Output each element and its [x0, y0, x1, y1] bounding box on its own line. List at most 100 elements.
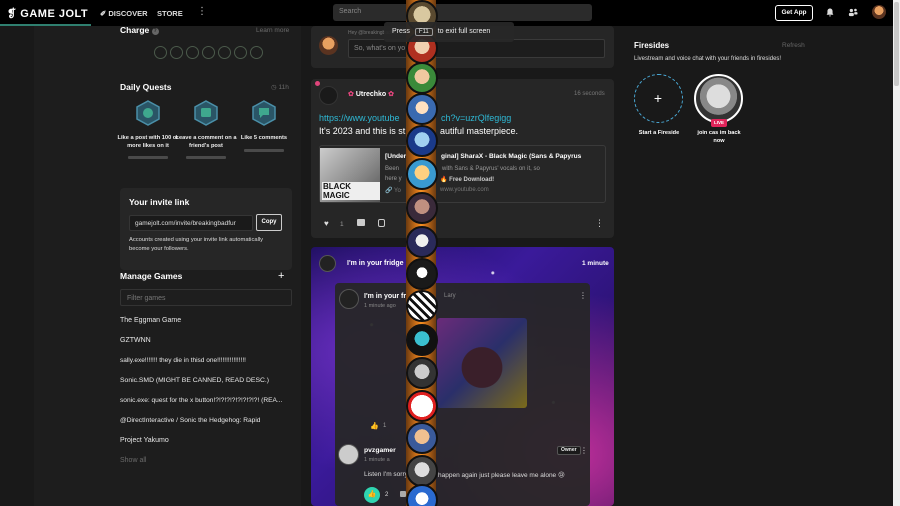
gamejolt-logo[interactable]: ❡ GAME JOLT [7, 7, 88, 20]
quest-badge-icon [252, 100, 276, 126]
post-text-start: It's 2023 and this is st [319, 126, 406, 136]
logo-mark-icon: ❡ [7, 8, 17, 20]
commenter-name[interactable]: pvzgamer [364, 447, 396, 454]
strip-avatar[interactable] [406, 192, 438, 224]
strip-avatar[interactable] [406, 455, 438, 487]
scrollbar-thumb[interactable] [894, 2, 899, 86]
comment-like-count: 2 [385, 492, 389, 498]
game-list-item[interactable]: sonic.exe: quest for the x button!?!?!?!… [120, 397, 282, 404]
strip-avatar[interactable] [406, 93, 438, 125]
game-list-item[interactable]: @DirectInteractive / Sonic the Hedgehog:… [120, 417, 260, 424]
discover-icon: ✐ [100, 9, 107, 18]
live-fireside-label: join cas im back now [697, 130, 741, 144]
invite-link-field[interactable]: gamejolt.com/invite/breakingbadfur [129, 215, 253, 231]
post-link-end[interactable]: ch?v=uzrQlfegigg [441, 113, 511, 123]
invite-note: Accounts created using your invite link … [129, 237, 264, 252]
flower-icon: ✿ [348, 91, 354, 98]
embed-desc-end: with Sans & Papyrus' vocals on it, so [442, 166, 540, 172]
post-author-name[interactable]: ✿ Utrechko ✿ [348, 90, 394, 98]
learn-more-link[interactable]: Learn more [256, 27, 289, 34]
comment-like-button[interactable]: 👍 [364, 487, 380, 503]
strip-avatar[interactable] [406, 422, 438, 454]
inner-author-tag: Lary [444, 293, 456, 299]
bell-icon[interactable] [826, 8, 834, 17]
filter-games-input[interactable]: Filter games [120, 289, 292, 306]
quest-card[interactable]: Like a post with 100 or more likes on it [117, 100, 179, 159]
owner-badge: Owner [557, 446, 581, 455]
quest-card[interactable]: Like 5 comments [233, 100, 295, 152]
game-list-item[interactable]: The Eggman Game [120, 317, 181, 324]
embed-title-end: ginal] SharaX - Black Magic (Sans & Papy… [441, 153, 582, 160]
embed-thumbnail: BLACK MAGIC [320, 148, 380, 202]
strip-avatar[interactable] [406, 290, 438, 322]
store-link[interactable]: STORE [157, 9, 183, 18]
strip-avatar[interactable] [406, 226, 438, 258]
f11-key: F11 [414, 28, 433, 36]
charge-slot [154, 46, 167, 59]
quest-badge-icon [194, 100, 218, 126]
charge-slot [202, 46, 215, 59]
strip-avatar[interactable] [406, 390, 438, 422]
strip-avatar[interactable] [406, 258, 438, 290]
embed-desc2-end: 🔥 Free Download! [440, 177, 495, 183]
charge-title: Charge ? [120, 25, 159, 35]
refresh-link[interactable]: Refresh [782, 42, 805, 49]
firesides-title: Firesides [634, 41, 670, 50]
post-author-avatar[interactable] [319, 255, 336, 272]
inner-time: 1 minute ago [364, 303, 396, 309]
page-scrollbar[interactable] [893, 0, 900, 506]
discover-link[interactable]: ✐ DISCOVER [100, 9, 148, 18]
game-list-item[interactable]: sally.exe!!!!!!! they die in thisd one!!… [120, 357, 246, 364]
quest-progress-bar [128, 156, 168, 159]
comment-text-end: happen again just please leave me alone … [438, 472, 565, 479]
link-icon: 🔗 [385, 188, 393, 194]
crying-emoji-icon: 😢 [557, 472, 565, 479]
game-list-item[interactable]: GZTWNN [120, 337, 151, 344]
like-icon[interactable]: ♥ [324, 219, 329, 228]
get-app-button[interactable]: Get App [775, 5, 813, 21]
strip-avatar[interactable] [406, 125, 438, 157]
live-fireside-avatar[interactable] [694, 74, 743, 123]
commenter-avatar[interactable] [338, 444, 359, 465]
charge-slot [170, 46, 183, 59]
friends-icon[interactable] [848, 8, 858, 17]
add-game-icon[interactable]: + [278, 270, 284, 282]
inner-author-avatar[interactable] [339, 289, 359, 309]
inner-more-icon[interactable]: ⋮ [579, 291, 587, 300]
post-link-start[interactable]: https://www.youtube [319, 113, 400, 123]
strip-avatar[interactable] [406, 324, 438, 356]
comment-more-icon[interactable]: ⋮ [580, 446, 588, 455]
post-author-name[interactable]: I'm in your fridge [347, 260, 404, 267]
post-time: 16 seconds [574, 91, 605, 97]
fire-icon: 🔥 [440, 177, 448, 183]
more-menu-icon[interactable]: ⋮ [197, 6, 207, 17]
comment-text-start: Listen I'm sorry [364, 471, 408, 478]
show-all-link[interactable]: Show all [120, 457, 146, 464]
like-count: 1 [340, 221, 344, 228]
game-list-item[interactable]: Sonic.SMD (MIGHT BE CANNED, READ DESC.) [120, 377, 269, 384]
help-icon[interactable]: ? [151, 28, 159, 35]
post-more-icon[interactable]: ⋮ [595, 218, 604, 229]
new-post-dot [315, 81, 320, 86]
copy-button[interactable]: Copy [256, 214, 282, 231]
user-avatar[interactable] [872, 5, 886, 19]
post-author-avatar[interactable] [319, 86, 338, 105]
comment-icon[interactable] [357, 219, 365, 226]
flower-icon: ✿ [388, 91, 394, 98]
post-image[interactable] [437, 318, 527, 408]
embed-desc2-start: here y [385, 176, 402, 182]
charge-slot [218, 46, 231, 59]
inner-like-icon[interactable]: 👍 [370, 422, 379, 430]
sticker-icon[interactable] [378, 219, 385, 227]
game-list-item[interactable]: Project Yakumo [120, 437, 169, 444]
charge-slot [186, 46, 199, 59]
embed-title-start: [Under [385, 153, 407, 160]
start-fireside-button[interactable]: + [634, 74, 683, 123]
embed-domain: www.youtube.com [440, 187, 489, 193]
strip-avatar[interactable] [406, 62, 438, 94]
strip-avatar[interactable] [406, 357, 438, 389]
quest-card[interactable]: Leave a comment on a friend's post [175, 100, 237, 159]
quests-timer: ◷ 11h [271, 84, 289, 91]
strip-avatar[interactable] [406, 158, 438, 190]
search-input[interactable]: Search [333, 4, 592, 21]
